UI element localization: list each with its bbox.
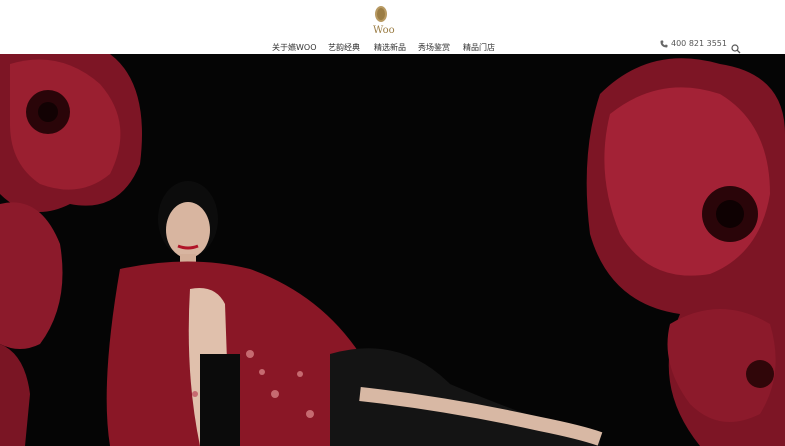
phone-icon — [660, 40, 668, 47]
woo-logo[interactable]: Woo — [370, 4, 404, 36]
search-icon — [731, 44, 741, 54]
red-flower-left-top — [0, 54, 142, 212]
nav-item-classics[interactable]: 艺韵经典 — [328, 42, 360, 54]
woo-crest-logo-icon: Woo — [373, 6, 395, 36]
nav-item-about[interactable]: 关于嬿WOO — [272, 42, 317, 54]
logo-text: Woo — [373, 25, 395, 36]
site-header: Woo 关于嬿WOO 艺韵经典 精选新品 秀场鉴赏 精品门店 400 821 3… — [0, 0, 785, 54]
nav-item-runway[interactable]: 秀场鉴赏 — [418, 42, 450, 54]
nav-item-stores[interactable]: 精品门店 — [463, 42, 495, 54]
search-button[interactable] — [731, 39, 741, 54]
phone-number: 400 821 3551 — [671, 39, 727, 48]
nav-item-new-arrivals[interactable]: 精选新品 — [374, 42, 406, 54]
hero-banner[interactable] — [0, 54, 785, 446]
campaign-banner-image — [0, 54, 785, 446]
phone-contact[interactable]: 400 821 3551 — [660, 39, 727, 48]
